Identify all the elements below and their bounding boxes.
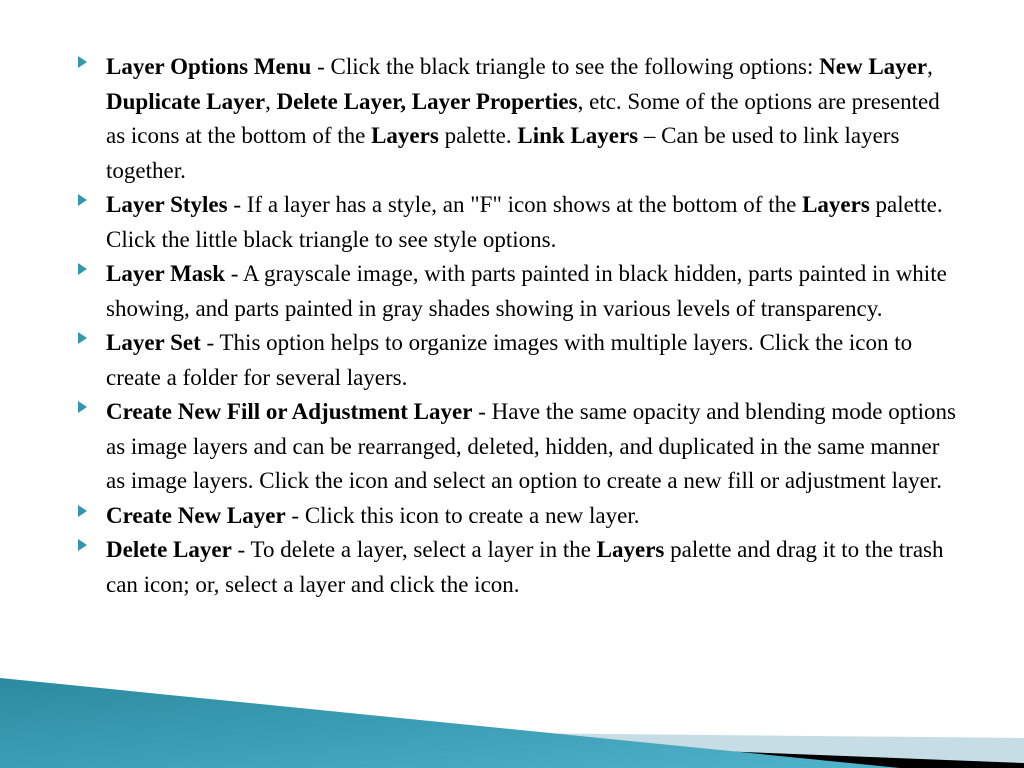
bullet-item: Layer Options Menu - Click the black tri…	[78, 50, 964, 188]
bullet-text: Create New Fill or Adjustment Layer - Ha…	[106, 399, 956, 493]
triangle-bullet-icon	[78, 194, 87, 206]
decorative-footer	[0, 608, 1024, 768]
bullet-text: Layer Styles - If a layer has a style, a…	[106, 192, 943, 252]
triangle-bullet-icon	[78, 401, 87, 413]
bullet-text: Layer Set - This option helps to organiz…	[106, 330, 912, 390]
triangle-bullet-icon	[78, 56, 87, 68]
bullet-item: Layer Mask - A grayscale image, with par…	[78, 257, 964, 326]
bullet-text: Layer Options Menu - Click the black tri…	[106, 54, 940, 183]
triangle-bullet-icon	[78, 263, 87, 275]
slide-content: Layer Options Menu - Click the black tri…	[78, 50, 964, 602]
triangle-bullet-icon	[78, 332, 87, 344]
triangle-bullet-icon	[78, 539, 87, 551]
triangle-bullet-icon	[78, 505, 87, 517]
bullet-text: Create New Layer - Click this icon to cr…	[106, 503, 640, 528]
bullet-text: Delete Layer - To delete a layer, select…	[106, 537, 944, 597]
bullet-item: Create New Layer - Click this icon to cr…	[78, 499, 964, 534]
bullet-item: Delete Layer - To delete a layer, select…	[78, 533, 964, 602]
bullet-list: Layer Options Menu - Click the black tri…	[78, 50, 964, 602]
bullet-item: Layer Styles - If a layer has a style, a…	[78, 188, 964, 257]
bullet-item: Create New Fill or Adjustment Layer - Ha…	[78, 395, 964, 499]
bullet-item: Layer Set - This option helps to organiz…	[78, 326, 964, 395]
bullet-text: Layer Mask - A grayscale image, with par…	[106, 261, 947, 321]
